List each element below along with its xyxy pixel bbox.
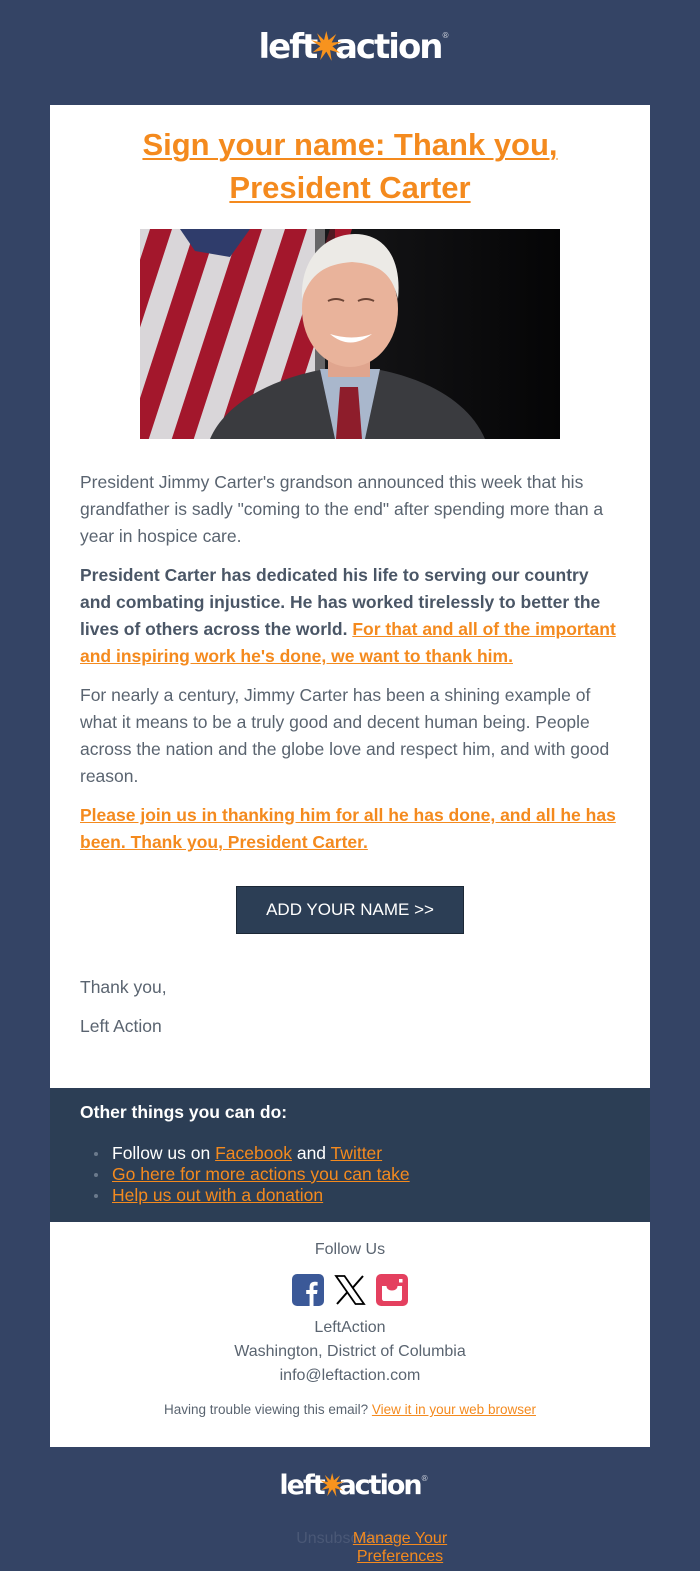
instagram-icon[interactable] (376, 1274, 408, 1306)
hero-image[interactable] (140, 229, 560, 439)
trouble-text: Having trouble viewing this email? (164, 1402, 372, 1417)
headline: Sign your name: Thank you, President Cart… (80, 123, 620, 209)
manage-preferences-link[interactable]: Manage Your Preferences (325, 1530, 475, 1566)
signoff-line-2: Left Action (80, 1016, 162, 1036)
signoff: Thank you, Left Action (80, 974, 620, 1088)
org-email[interactable]: info@leftaction.com (50, 1364, 650, 1388)
org-name: LeftAction (314, 1319, 386, 1336)
registered-mark: ® (420, 1474, 429, 1483)
headline-link[interactable]: Sign your name: Thank you, President Cart… (142, 127, 557, 205)
carter-photo (140, 229, 560, 439)
main-content: Sign your name: Thank you, President Cart… (50, 105, 650, 1088)
follow-us-title: Follow Us (314, 1241, 386, 1258)
follow-prefix: Follow us on (112, 1143, 216, 1163)
headline-line-1: Sign your name: Thank you, (142, 127, 558, 162)
social-icons (50, 1274, 650, 1306)
leftaction-logo: left action ® (258, 27, 449, 67)
paragraph-2: President Carter has dedicated his life … (80, 562, 620, 670)
leftaction-logo-footer: left action ® (279, 1470, 428, 1501)
starburst-icon (311, 31, 342, 67)
org-info: LeftAction Washington, District of Colum… (50, 1316, 650, 1388)
other-things-title: Other things you can do: (80, 1102, 288, 1122)
org-location: Washington, District of Columbia (234, 1343, 466, 1360)
starburst-icon (319, 1472, 344, 1501)
logo-text-left: left (279, 1470, 325, 1501)
trouble-viewing: Having trouble viewing this email? View … (50, 1402, 650, 1417)
donation-link[interactable]: Help us out with a donation (112, 1185, 323, 1205)
facebook-icon[interactable] (292, 1274, 324, 1306)
headline-line-2: President Carter (229, 170, 471, 205)
join-us-link[interactable]: Please join us in thanking him for all h… (80, 805, 616, 852)
signoff-line-1: Thank you, (80, 977, 167, 997)
other-things-panel: Other things you can do: Follow us on Fa… (50, 1088, 650, 1222)
view-in-browser-link[interactable]: View it in your web browser (372, 1402, 536, 1417)
body-text: President Jimmy Carter's grandson announ… (80, 469, 620, 856)
more-actions-link[interactable]: Go here for more actions you can take (112, 1164, 410, 1184)
logo-text-right: action (334, 27, 444, 67)
footer-logo[interactable]: left action ® (0, 1470, 700, 1501)
follow-and: and (291, 1143, 331, 1163)
add-your-name-button[interactable]: ADD YOUR NAME >> (236, 886, 464, 934)
paragraph-1: President Jimmy Carter's grandson announ… (80, 472, 604, 546)
list-item-donation: Help us out with a donation (94, 1185, 620, 1206)
footer-follow: Follow Us LeftAction Washington, Distric… (50, 1222, 650, 1447)
other-things-list: Follow us on Facebook and Twitter Go her… (80, 1143, 620, 1206)
facebook-link[interactable]: Facebook (215, 1143, 292, 1163)
registered-mark: ® (441, 31, 450, 40)
unsubscribe-line: Unsubscribe or Manage Your Preferences (0, 1530, 700, 1566)
list-item-follow: Follow us on Facebook and Twitter (94, 1143, 620, 1164)
cta-container: ADD YOUR NAME >> (80, 886, 620, 934)
header-logo[interactable]: left action ® (0, 27, 700, 67)
email-card: Sign your name: Thank you, President Cart… (50, 105, 650, 1447)
paragraph-3: For nearly a century, Jimmy Carter has b… (80, 685, 610, 786)
logo-text-left: left (258, 27, 318, 67)
x-icon[interactable] (334, 1274, 366, 1306)
paragraph-4: Please join us in thanking him for all h… (80, 802, 620, 856)
list-item-actions: Go here for more actions you can take (94, 1164, 620, 1185)
logo-text-right: action (338, 1470, 422, 1501)
twitter-link[interactable]: Twitter (331, 1143, 383, 1163)
